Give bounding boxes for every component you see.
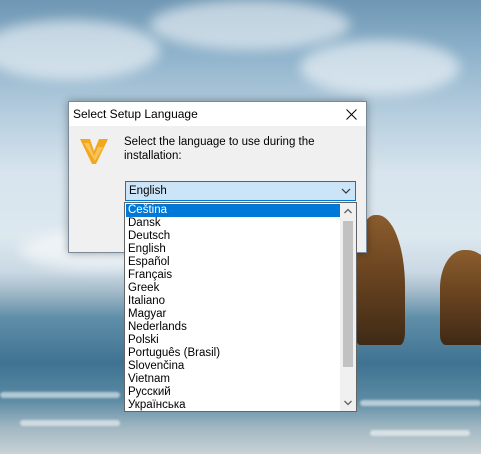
language-option[interactable]: Slovenčina [126, 360, 340, 373]
scrollbar-thumb[interactable] [343, 221, 353, 367]
language-option[interactable]: Magyar [126, 308, 340, 321]
language-dropdown-list[interactable]: Čeština Dansk Deutsch English Español Fr… [124, 202, 357, 412]
language-option[interactable]: Español [126, 256, 340, 269]
wave-shape [360, 400, 481, 406]
language-option[interactable]: Greek [126, 282, 340, 295]
close-button[interactable] [336, 102, 366, 126]
close-icon [345, 108, 357, 120]
language-option[interactable]: English [126, 243, 340, 256]
language-combobox[interactable]: English [125, 181, 356, 201]
wave-shape [370, 430, 470, 436]
scroll-down-icon [344, 400, 352, 406]
chevron-down-icon [341, 188, 351, 194]
language-option[interactable]: Português (Brasil) [126, 347, 340, 360]
language-option[interactable]: Italiano [126, 295, 340, 308]
cloud-shape [300, 40, 460, 95]
language-option[interactable]: Français [126, 269, 340, 282]
language-options: Čeština Dansk Deutsch English Español Fr… [126, 204, 340, 411]
language-option[interactable]: Українська [126, 399, 340, 411]
scroll-up-icon [344, 208, 352, 214]
rock-formation [440, 250, 481, 345]
combobox-value: English [129, 185, 167, 197]
scroll-down-button[interactable] [340, 395, 356, 411]
language-option[interactable]: Dansk [126, 217, 340, 230]
dialog-title: Select Setup Language [73, 107, 198, 121]
app-logo-icon [80, 139, 108, 164]
scroll-up-button[interactable] [340, 203, 356, 219]
language-option[interactable]: Vietnam [126, 373, 340, 386]
dropdown-scrollbar[interactable] [340, 203, 356, 411]
language-option[interactable]: Nederlands [126, 321, 340, 334]
wave-shape [0, 392, 120, 398]
language-option[interactable]: Русский [126, 386, 340, 399]
cloud-shape [0, 20, 160, 80]
wave-shape [20, 420, 120, 426]
language-option[interactable]: Čeština [126, 204, 340, 217]
title-bar[interactable]: Select Setup Language [69, 102, 366, 126]
language-option[interactable]: Polski [126, 334, 340, 347]
language-option[interactable]: Deutsch [126, 230, 340, 243]
cloud-shape [150, 0, 350, 50]
prompt-text: Select the language to use during the in… [124, 136, 315, 162]
